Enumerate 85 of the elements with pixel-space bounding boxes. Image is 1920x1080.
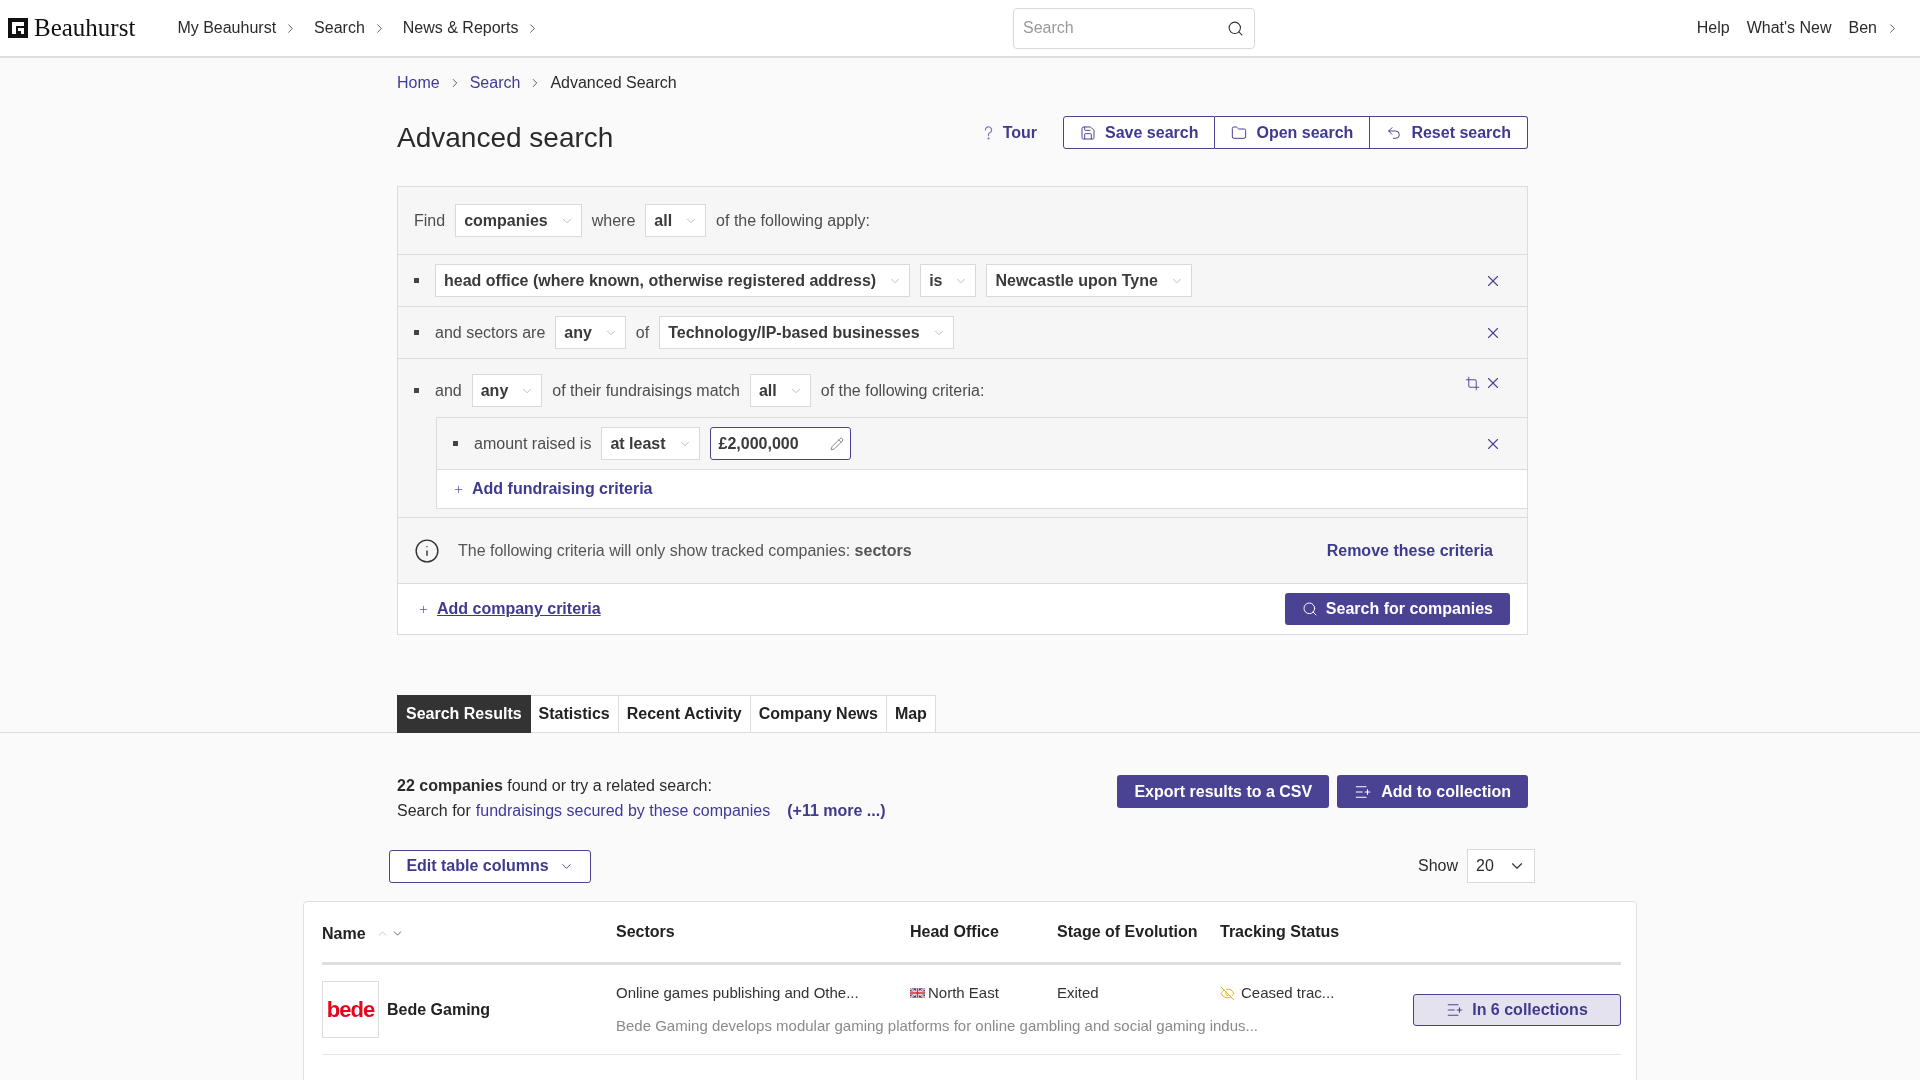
dropdown[interactable]: Technology/IP-based businesses [659, 316, 954, 349]
crop-icon[interactable] [1465, 375, 1480, 391]
header-link[interactable]: Ben [1848, 16, 1900, 40]
results-summary: 22 companies found or try a related search: [397, 776, 713, 796]
logo-icon [8, 18, 28, 38]
edit-columns-button[interactable]: Edit table columns [389, 849, 591, 883]
pencil-icon [829, 436, 844, 451]
tracking-status-cell-text: Ceased trac... [1241, 983, 1335, 1003]
show-label: Show [1417, 856, 1458, 876]
dropdown[interactable]: head office (where known, otherwise registered address) [435, 264, 911, 297]
search-action-button[interactable]: Save search [1063, 116, 1216, 149]
company-description: Bede Gaming develops modular gaming platforms for online gambling and social gaming indus... [616, 1016, 1260, 1036]
criteria-label: of the following apply: [716, 210, 870, 231]
results-action-button[interactable]: Export results to a CSV [1117, 775, 1330, 808]
results-tab[interactable]: Recent Activity [618, 695, 751, 733]
dropdown[interactable]: all [645, 204, 707, 237]
search-icon [1227, 19, 1244, 37]
undo-arrow-icon [1386, 124, 1403, 141]
criteria-label: amount raised is [474, 433, 592, 454]
search-action-button[interactable]: Reset search [1370, 116, 1528, 149]
header-link[interactable]: What's New [1746, 16, 1832, 40]
dropdown[interactable]: is [920, 264, 977, 297]
dropdown[interactable]: any [471, 374, 543, 407]
criteria-label: of the following criteria: [820, 380, 985, 401]
stage-cell-text: Exited [1057, 983, 1100, 1003]
column-header: Stage of Evolution [1057, 922, 1199, 942]
remove-criteria-link[interactable]: Remove these criteria [1326, 538, 1493, 563]
related-search-label: Search for [397, 801, 471, 821]
sectors-cell-text: Online games publishing and Othe... [616, 983, 860, 1003]
criteria-label: of their fundraisings match [552, 380, 740, 401]
results-tab[interactable]: Company News [750, 695, 887, 733]
add-fundraising-link[interactable]: Add fundraising criteria [472, 477, 653, 501]
tracked-companies-notice: The following criteria will only show tracked companies: sectors [458, 540, 913, 561]
tour-link[interactable]: Tour [983, 120, 1038, 145]
nav-menu-item[interactable]: My Beauhurst [177, 16, 299, 40]
collections-button[interactable]: In 6 collections [1413, 993, 1621, 1026]
results-action-button[interactable]: Add to collection [1337, 775, 1528, 808]
flag-icon [910, 988, 925, 998]
head-office-cell-text: North East [928, 983, 999, 1003]
dropdown[interactable]: Newcastle upon Tyne [986, 264, 1192, 297]
column-header: Head Office [910, 922, 1000, 942]
square-bullet-icon [453, 441, 458, 446]
criteria-label: where [591, 210, 636, 231]
search-action-button[interactable]: Open search [1215, 116, 1371, 149]
dropdown[interactable]: any [555, 316, 626, 349]
plus-icon [453, 483, 464, 495]
results-tab[interactable]: Map [886, 695, 936, 733]
question-mark-icon [983, 125, 993, 140]
header-link[interactable]: Help [1696, 16, 1730, 40]
breadcrumb-link[interactable]: Home [397, 71, 440, 95]
criteria-label: Find [414, 210, 446, 231]
square-bullet-icon [414, 330, 419, 335]
column-header[interactable]: Name [322, 921, 366, 946]
search-field[interactable]: Search [1013, 7, 1255, 49]
company-name[interactable]: Bede Gaming [387, 997, 491, 1022]
eye-off-icon [1220, 985, 1235, 1001]
criteria-label: and sectors are [435, 322, 546, 343]
more-searches-link[interactable]: (+11 more ...) [787, 798, 886, 823]
search-icon [1301, 601, 1318, 617]
breadcrumb-link[interactable]: Search [469, 71, 521, 95]
dropdown[interactable]: companies [455, 204, 582, 237]
square-bullet-icon [414, 388, 419, 393]
brand-logo[interactable]: Beauhurst [8, 9, 136, 47]
nav-menu-item[interactable]: Search [314, 16, 387, 40]
results-tab[interactable]: Statistics [530, 695, 619, 733]
criteria-label: of [635, 322, 650, 343]
info-icon [414, 537, 440, 564]
dropdown[interactable]: at least [601, 427, 700, 460]
results-tab[interactable]: Search Results [397, 695, 531, 733]
square-bullet-icon [414, 278, 419, 283]
company-logo: bede [322, 981, 379, 1038]
dropdown[interactable]: all [749, 374, 811, 407]
amount-field[interactable]: £2,000,000 [709, 427, 851, 460]
column-header: Sectors [616, 922, 676, 942]
column-header: Tracking Status [1220, 922, 1341, 942]
breadcrumb-link[interactable]: Advanced Search [550, 71, 677, 95]
criteria-label: and [435, 380, 462, 401]
page-title: Advanced search [397, 121, 614, 155]
add-company-criteria-link[interactable]: Add company criteria [437, 597, 1285, 621]
folder-icon [1231, 124, 1248, 141]
search-for-companies-button[interactable]: Search for companies [1284, 593, 1510, 625]
nav-menu-item[interactable]: News & Reports [402, 16, 541, 40]
related-search-link[interactable]: fundraisings secured by these companies [475, 798, 771, 823]
plus-icon [418, 603, 429, 615]
page-size-select[interactable]: 20 [1467, 849, 1535, 883]
